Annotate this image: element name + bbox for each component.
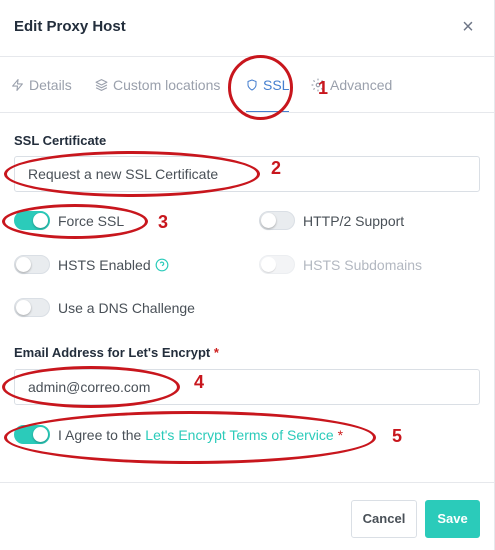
- hsts-enabled-switch[interactable]: [14, 255, 50, 274]
- hsts-enabled-label: HSTS Enabled: [58, 256, 151, 273]
- force-ssl-toggle[interactable]: Force SSL: [14, 211, 124, 230]
- email-label-text: Email Address for Let's Encrypt: [14, 345, 211, 360]
- force-ssl-switch[interactable]: [14, 211, 50, 230]
- tab-advanced-label: Advanced: [330, 77, 393, 93]
- modal-footer: Cancel Save: [0, 482, 494, 550]
- ssl-certificate-label: SSL Certificate: [14, 133, 107, 148]
- zap-icon: [12, 79, 23, 91]
- tab-custom-locations-label: Custom locations: [113, 77, 221, 93]
- terms-of-service-link[interactable]: Let's Encrypt Terms of Service: [145, 427, 333, 443]
- tab-custom-locations[interactable]: Custom locations: [95, 58, 220, 112]
- tab-ssl[interactable]: SSL: [246, 58, 290, 112]
- layers-icon: [95, 79, 108, 91]
- help-circle-icon[interactable]: [155, 258, 169, 272]
- modal-title: Edit Proxy Host: [14, 18, 126, 35]
- agree-terms-toggle[interactable]: I Agree to the Let's Encrypt Terms of Se…: [14, 425, 343, 444]
- shield-icon: [247, 79, 257, 90]
- force-ssl-label: Force SSL: [58, 212, 125, 229]
- save-button[interactable]: Save: [425, 500, 480, 538]
- tab-details-label: Details: [29, 77, 72, 93]
- agree-required-mark: *: [337, 426, 344, 443]
- email-input[interactable]: admin@correo.com: [14, 369, 480, 405]
- hsts-enabled-toggle[interactable]: HSTS Enabled: [14, 255, 169, 274]
- dns-challenge-label: Use a DNS Challenge: [58, 299, 195, 316]
- dns-challenge-switch[interactable]: [14, 298, 50, 317]
- annotation-number-2: 2: [271, 158, 282, 178]
- agree-terms-prefix: I Agree to the: [58, 426, 142, 443]
- hsts-subdomains-label: HSTS Subdomains: [303, 256, 423, 273]
- http2-support-label: HTTP/2 Support: [303, 212, 405, 229]
- tab-ssl-label: SSL: [263, 76, 290, 93]
- modal-header: Edit Proxy Host ×: [0, 0, 494, 57]
- http2-support-toggle[interactable]: HTTP/2 Support: [259, 211, 404, 230]
- annotation-number-3: 3: [158, 212, 169, 232]
- required-mark: *: [213, 345, 219, 360]
- hsts-subdomains-switch: [259, 255, 295, 274]
- ssl-certificate-select[interactable]: Request a new SSL Certificate: [14, 156, 480, 192]
- http2-switch[interactable]: [259, 211, 295, 230]
- close-icon[interactable]: ×: [458, 14, 478, 40]
- agree-terms-switch[interactable]: [14, 425, 50, 444]
- dns-challenge-toggle[interactable]: Use a DNS Challenge: [14, 298, 195, 317]
- edit-proxy-host-modal: Edit Proxy Host × Details Custom locatio…: [0, 0, 495, 550]
- annotation-number-5: 5: [392, 426, 403, 446]
- annotation-number-4: 4: [194, 372, 205, 392]
- tab-details[interactable]: Details: [11, 58, 72, 112]
- tab-bar: Details Custom locations SSL Advanced: [0, 58, 494, 113]
- hsts-subdomains-toggle: HSTS Subdomains: [259, 255, 422, 274]
- annotation-number-1: 1: [318, 78, 329, 98]
- cancel-button[interactable]: Cancel: [351, 500, 417, 538]
- email-label: Email Address for Let's Encrypt *: [14, 345, 219, 360]
